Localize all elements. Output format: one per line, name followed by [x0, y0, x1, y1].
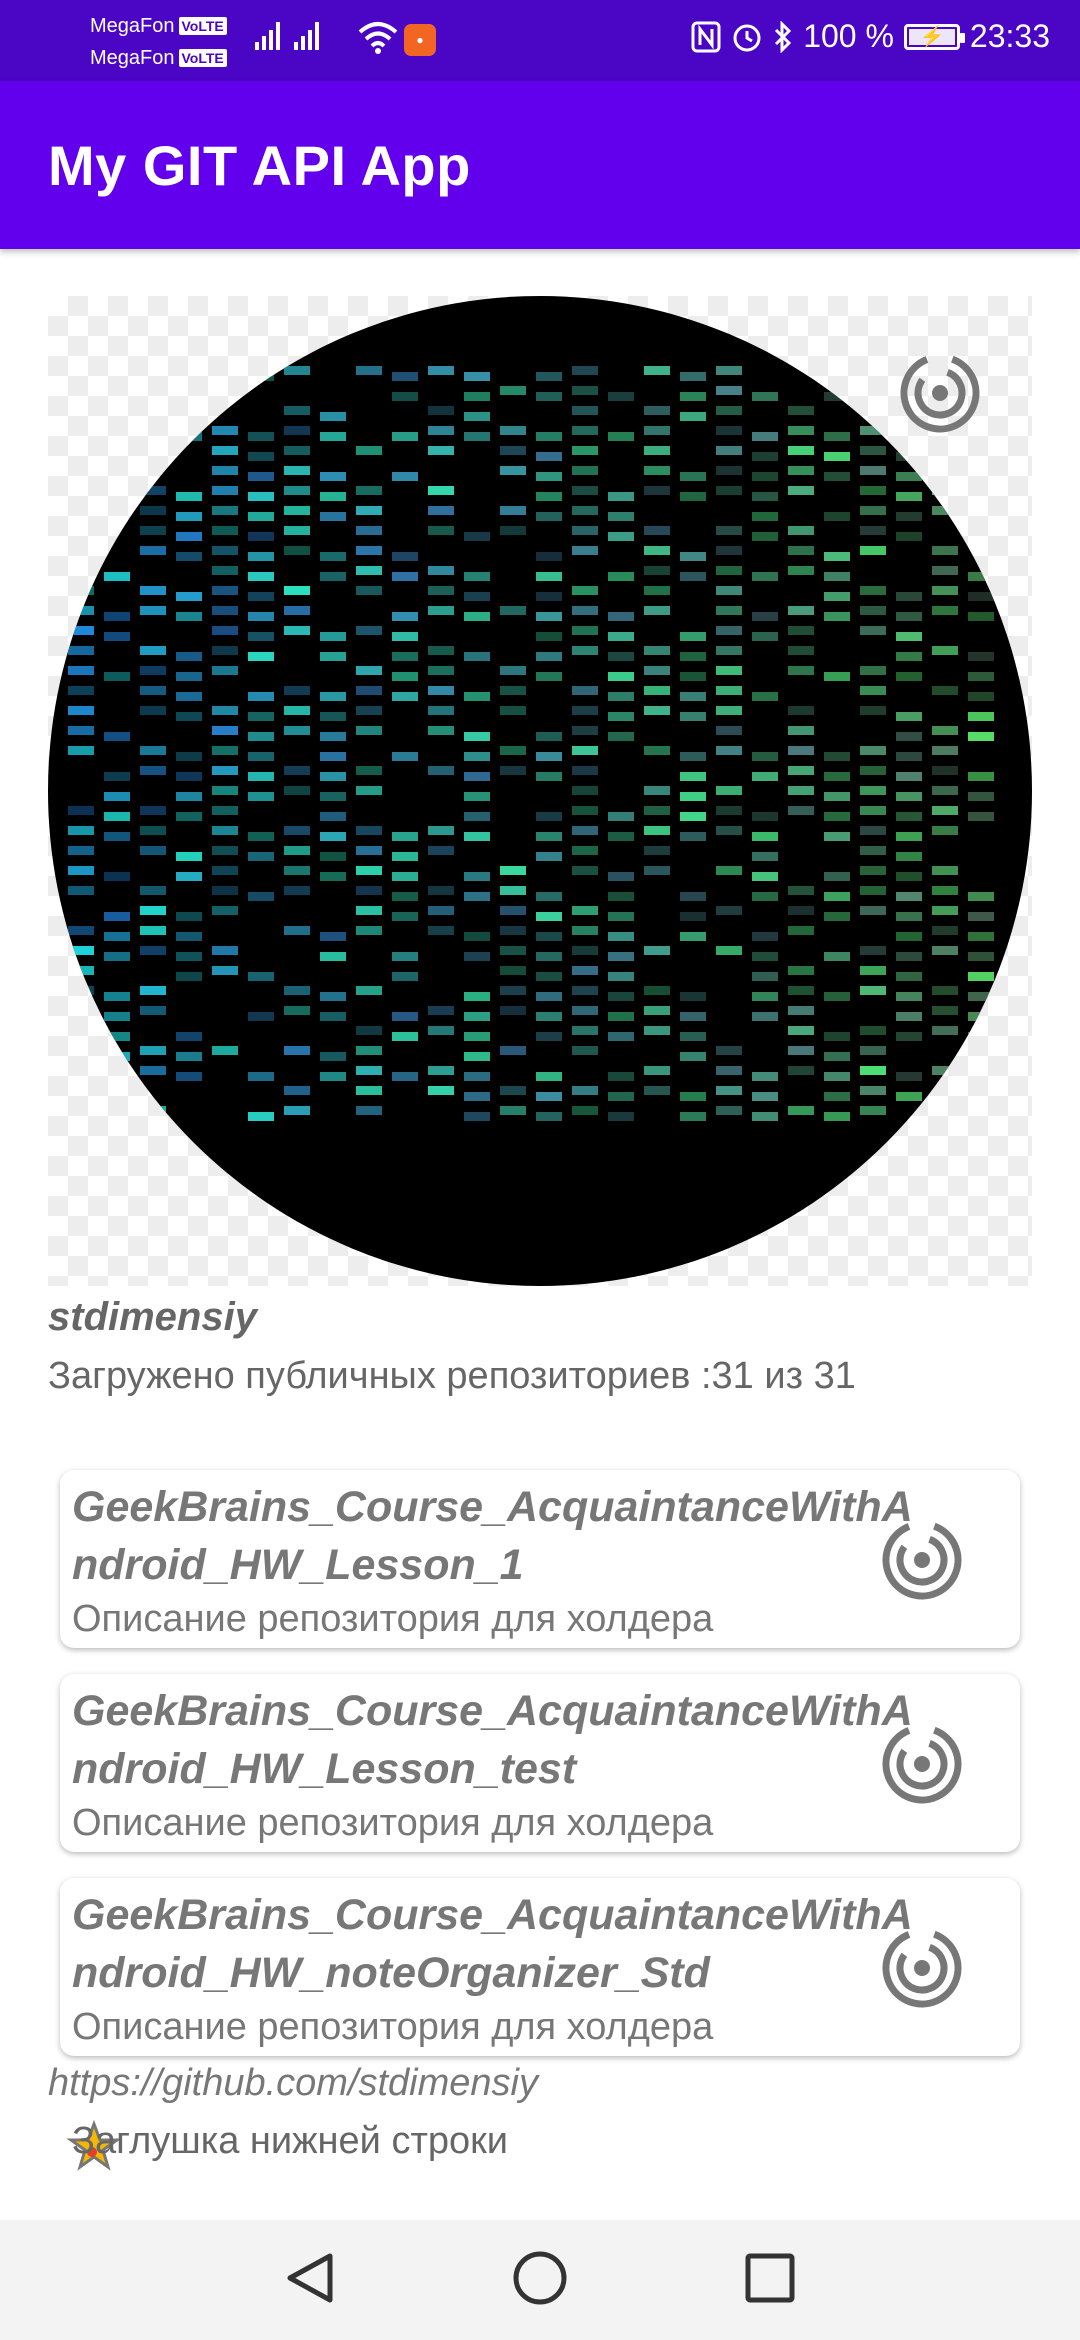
- footer-text: Заглушка нижней строки: [72, 2120, 508, 2162]
- battery-percent: 100 %: [803, 18, 894, 54]
- app-bar: My GIT API App: [0, 81, 1080, 249]
- profile-url[interactable]: https://github.com/stdimensiy: [48, 2062, 538, 2105]
- clock: 23:33: [969, 18, 1050, 54]
- repo-name: GeekBrains_Course_AcquaintanceWithAndroi…: [72, 1891, 913, 1997]
- battery-icon: ⚡: [903, 23, 965, 50]
- avatar: [48, 296, 1032, 1286]
- username: stdimensiy: [48, 1295, 257, 1339]
- repo-description: Описание репозитория для холдера: [72, 1598, 714, 1640]
- app-title: My GIT API App: [48, 134, 471, 197]
- loading-indicator-icon: [882, 1520, 962, 1600]
- carrier-2-label: MegaFon: [90, 47, 175, 69]
- repo-name: GeekBrains_Course_AcquaintanceWithAndroi…: [72, 1483, 913, 1589]
- carrier-info: MegaFon VoLTE MegaFon VoLTE: [90, 10, 227, 74]
- back-icon[interactable]: [282, 2248, 338, 2308]
- loading-indicator-icon: [882, 1928, 962, 2008]
- notification-app-icon: ●: [404, 24, 436, 56]
- repo-card[interactable]: GeekBrains_Course_AcquaintanceWithAndroi…: [60, 1674, 1020, 1852]
- nfc-icon: [691, 21, 721, 52]
- navigation-bar: [0, 2220, 1080, 2340]
- repo-card[interactable]: GeekBrains_Course_AcquaintanceWithAndroi…: [60, 1878, 1020, 2056]
- wifi-icon: [358, 22, 398, 54]
- bluetooth-icon: [775, 20, 792, 53]
- loading-indicator-icon: [900, 353, 980, 433]
- avatar-image: [68, 366, 994, 1121]
- repo-description: Описание репозитория для холдера: [72, 2006, 714, 2048]
- volte-badge: VoLTE: [178, 49, 227, 67]
- repo-count-text: Загружено публичных репозиториев :31 из …: [48, 1355, 856, 1397]
- volte-badge: VoLTE: [178, 17, 227, 35]
- repo-name: GeekBrains_Course_AcquaintanceWithAndroi…: [72, 1687, 913, 1793]
- repo-card[interactable]: GeekBrains_Course_AcquaintanceWithAndroi…: [60, 1470, 1020, 1648]
- status-bar: MegaFon VoLTE MegaFon VoLTE ● 100 % ⚡ 23:3…: [0, 0, 1080, 81]
- repo-description: Описание репозитория для холдера: [72, 1802, 714, 1844]
- alarm-icon: [733, 24, 761, 51]
- loading-indicator-icon: [882, 1724, 962, 1804]
- home-icon[interactable]: [510, 2248, 570, 2308]
- avatar-container: [48, 296, 1032, 1286]
- recents-icon[interactable]: [742, 2248, 798, 2308]
- carrier-1-label: MegaFon: [90, 15, 175, 37]
- signal-icon: [255, 22, 319, 50]
